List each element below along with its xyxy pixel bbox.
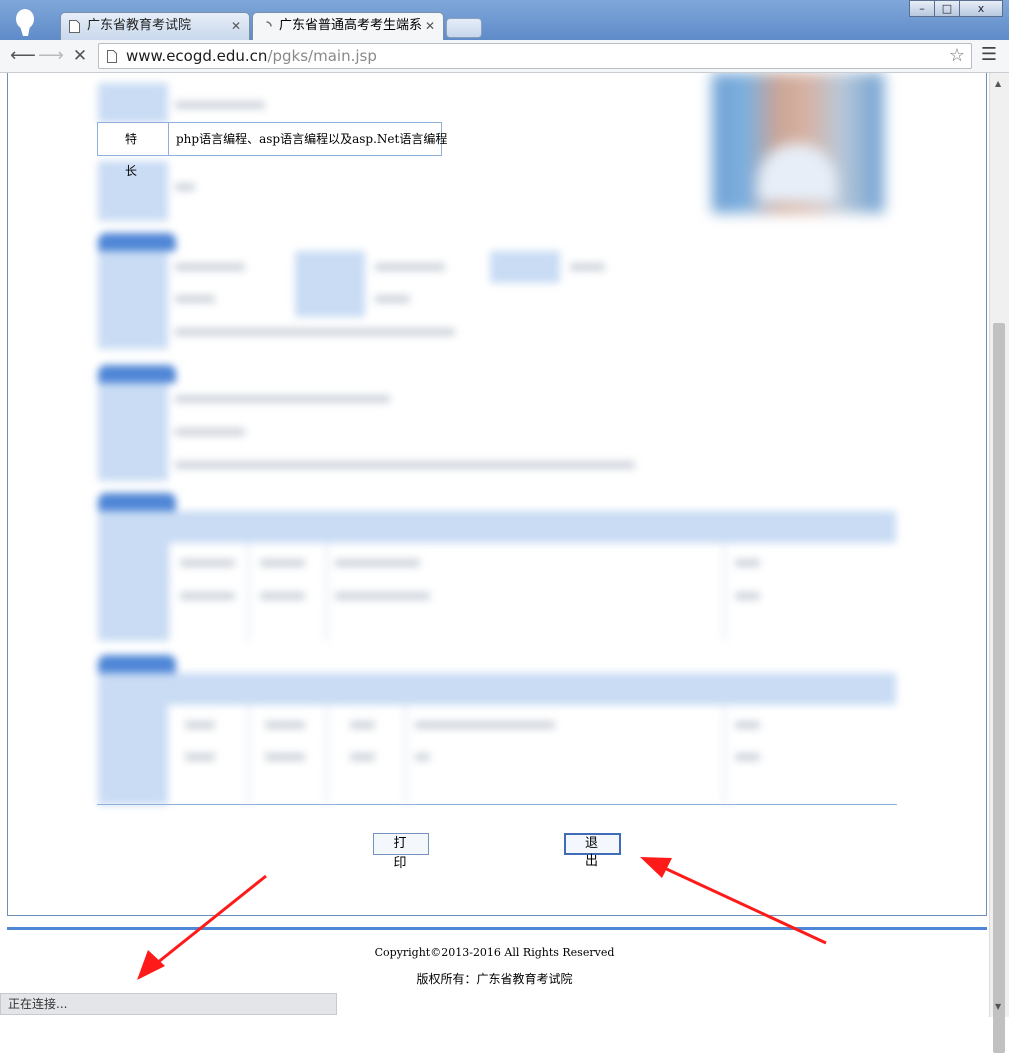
close-tab-icon[interactable]: ✕ [425,13,435,39]
tab-gaokao-student[interactable]: 广东省普通高考考生端系 ✕ [252,12,444,40]
bookmark-star-icon[interactable]: ☆ [949,45,965,66]
window-controls: – □ x [909,0,1003,18]
scrollbar-thumb[interactable] [993,323,1005,1053]
close-window-button[interactable]: x [959,0,1003,17]
specialty-value: php语言编程、asp语言编程以及asp.Net语言编程 [176,132,448,146]
minimize-button[interactable]: – [909,0,935,17]
exit-button[interactable]: 退 出 [564,833,621,869]
url-text: www.ecogd.edu.cn/pgks/main.jsp [126,47,377,65]
tab-education-exam-authority[interactable]: 广东省教育考试院 ✕ [60,12,250,40]
page-icon [107,50,117,63]
page-icon [69,20,80,33]
specialty-row: 特 长 php语言编程、asp语言编程以及asp.Net语言编程 [97,122,447,178]
forward-arrow-icon[interactable]: ⟶ [38,44,64,68]
blurred-student-photo [712,73,884,213]
menu-icon[interactable]: ☰ [981,44,997,65]
browser-toolbar: ⟵ ⟶ ✕ www.ecogd.edu.cn/pgks/main.jsp ☆ ☰ [0,40,1009,73]
table-bottom-border [97,804,897,805]
browser-titlebar: 广东省教育考试院 ✕ 广东省普通高考考生端系 ✕ – □ x [0,0,1009,40]
back-arrow-icon[interactable]: ⟵ [10,44,36,68]
print-button[interactable]: 打 印 [373,833,429,871]
url-path: /pgks/main.jsp [267,47,377,65]
tab-title: 广东省教育考试院 [87,18,192,33]
stop-loading-icon[interactable]: ✕ [68,44,92,68]
tab-title: 广东省普通高考考生端系 [279,18,423,33]
close-tab-icon[interactable]: ✕ [231,13,241,39]
copyright-text: Copyright©2013-2016 All Rights Reserved [374,946,615,959]
maximize-button[interactable]: □ [934,0,960,17]
url-domain: www.ecogd.edu.cn [126,47,268,65]
footer-divider [7,927,987,930]
browser-logo-icon [16,9,34,36]
scroll-down-icon[interactable]: ▼ [995,1002,1001,1011]
new-tab-button[interactable] [446,18,482,38]
scroll-up-icon[interactable]: ▲ [995,79,1001,88]
vertical-scrollbar[interactable]: ▲ ▼ [989,73,1009,1053]
rights-owner-text: 版权所有：广东省教育考试院 [416,972,573,986]
page-viewport: 特 长 php语言编程、asp语言编程以及asp.Net语言编程 打 印 退 出… [0,73,989,1017]
status-text: 正在连接... [0,993,337,1015]
specialty-label: 特 长 [98,123,169,178]
loading-spinner-icon [266,21,272,27]
address-bar[interactable]: www.ecogd.edu.cn/pgks/main.jsp ☆ [98,43,972,69]
